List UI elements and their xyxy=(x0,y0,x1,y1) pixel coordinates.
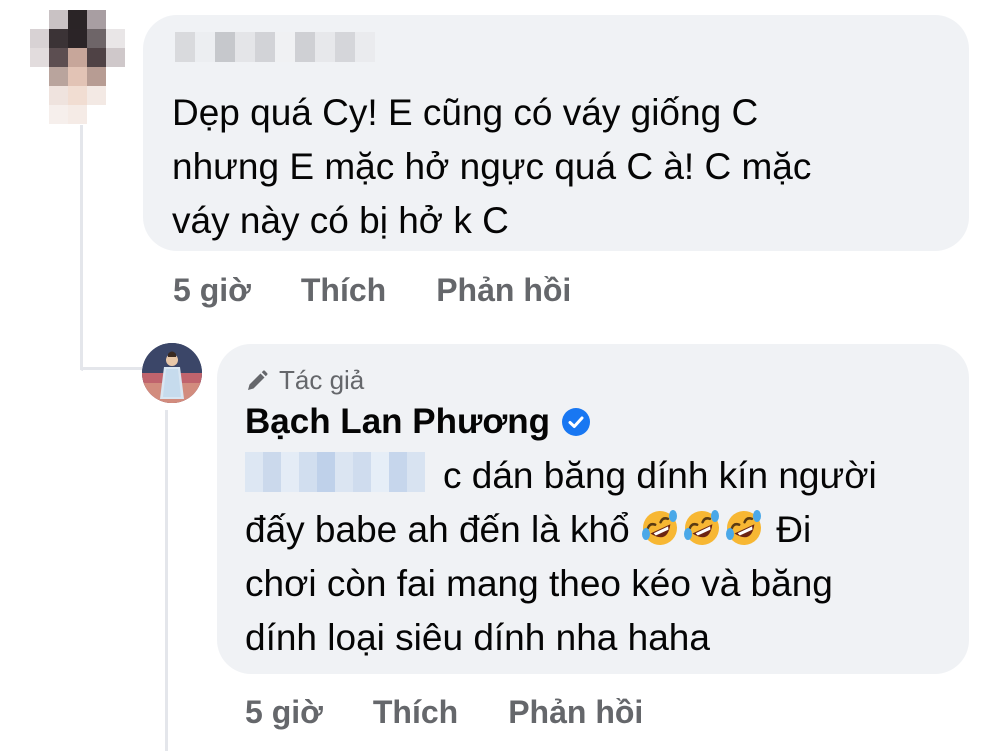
like-button[interactable]: Thích xyxy=(373,694,458,731)
reply-actions: 5 giờ Thích Phản hồi xyxy=(245,694,693,731)
author-badge: Tác giả xyxy=(245,365,364,396)
like-button[interactable]: Thích xyxy=(301,272,386,309)
reply-time[interactable]: 5 giờ xyxy=(245,694,323,731)
reply-text-line: dính loại siêu dính nha haha xyxy=(245,617,710,658)
comment-time[interactable]: 5 giờ xyxy=(173,272,251,309)
author-tag-label: Tác giả xyxy=(279,365,365,395)
avatar[interactable] xyxy=(30,10,125,125)
thread-line-reply xyxy=(165,410,168,751)
reply-button[interactable]: Phản hồi xyxy=(508,694,643,731)
comment-text: Dẹp quá Cy! E cũng có váy giống C nhưng … xyxy=(172,86,932,248)
reply-button[interactable]: Phản hồi xyxy=(436,272,571,309)
rofl-emoji-icon xyxy=(642,510,677,545)
commenter-name-blurred[interactable] xyxy=(175,32,375,62)
reply-author: Bạch Lan Phương xyxy=(245,402,590,442)
comment-text-line: Dẹp quá Cy! E cũng có váy giống C xyxy=(172,92,759,133)
comment-thread: Dẹp quá Cy! E cũng có váy giống C nhưng … xyxy=(0,0,1000,751)
verified-badge-icon xyxy=(561,408,590,436)
avatar[interactable] xyxy=(142,343,202,403)
author-name-link[interactable]: Bạch Lan Phương xyxy=(245,402,550,442)
reply-text-line: c dán băng dính kín người xyxy=(443,455,877,496)
comment-text-line: váy này có bị hở k C xyxy=(172,200,509,241)
comment-actions: 5 giờ Thích Phản hồi xyxy=(173,272,621,309)
comment-text-line: nhưng E mặc hở ngực quá C à! C mặc xyxy=(172,146,812,187)
reply-text-line: Đi xyxy=(776,509,812,550)
reply-text: c dán băng dính kín người đấy babe ah đế… xyxy=(245,449,945,665)
rofl-emoji-icon xyxy=(726,510,761,545)
reply-text-line: đấy babe ah đến là khổ xyxy=(245,509,630,550)
reply-text-line: chơi còn fai mang theo kéo và băng xyxy=(245,563,833,604)
pencil-icon xyxy=(248,369,268,390)
thread-line xyxy=(80,125,83,371)
rofl-emoji-icon xyxy=(684,510,719,545)
thread-connector xyxy=(80,367,142,370)
